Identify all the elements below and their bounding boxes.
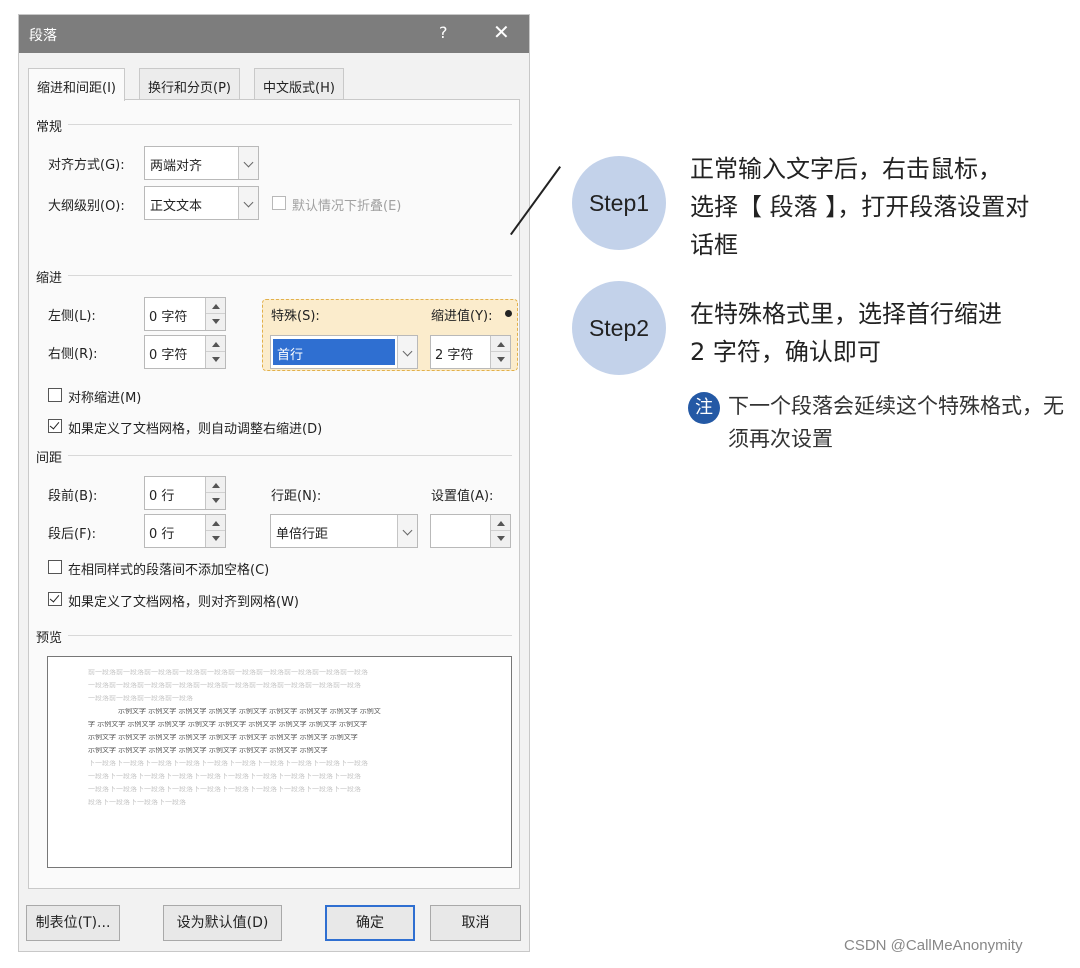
step2-badge: Step2 — [572, 281, 666, 375]
indent-by-value: 2 字符 — [435, 348, 474, 363]
spin-up-icon[interactable] — [206, 515, 225, 531]
preview-line: 一段落前一段落前一段落前一段落 — [88, 695, 193, 701]
cancel-button[interactable]: 取消 — [430, 905, 521, 941]
alignment-label: 对齐方式(G): — [48, 158, 125, 173]
step2-text-line: 在特殊格式里，选择首行缩进 — [690, 300, 1002, 328]
line-spacing-value: 单倍行距 — [276, 527, 329, 542]
step2-text-line: 2 字符，确认即可 — [690, 338, 881, 366]
preview-line: 段落下一段落下一段落下一段落 — [88, 799, 186, 805]
preview-line: 一段落前一段落前一段落前一段落前一段落前一段落前一段落前一段落前一段落前一段落 — [88, 682, 361, 688]
mirror-indent-checkbox[interactable] — [48, 388, 62, 402]
spacing-at-spinner[interactable] — [430, 514, 511, 548]
spin-up-icon[interactable] — [491, 515, 510, 531]
indent-by-spinner[interactable]: 2 字符 — [430, 335, 511, 369]
spin-down-icon[interactable] — [206, 493, 225, 509]
note-text: 下一个段落会延续这个特殊格式，无须再次设置 — [728, 394, 1064, 451]
section-preview-title: 预览 — [36, 627, 69, 646]
paragraph-preview: 前一段落前一段落前一段落前一段落前一段落前一段落前一段落前一段落前一段落前一段落… — [47, 656, 512, 868]
spin-down-icon[interactable] — [206, 531, 225, 547]
spin-down-icon[interactable] — [206, 352, 225, 368]
indent-right-value: 0 字符 — [149, 348, 188, 363]
spin-up-icon[interactable] — [206, 336, 225, 352]
ok-button[interactable]: 确定 — [325, 905, 415, 941]
collapse-label: 默认情况下折叠(E) — [292, 199, 402, 214]
outline-level-value: 正文文本 — [150, 199, 203, 214]
indent-left-spinner[interactable]: 0 字符 — [144, 297, 226, 331]
section-general-title: 常规 — [36, 116, 69, 135]
help-icon[interactable]: ? — [439, 23, 448, 42]
chevron-down-icon[interactable] — [397, 336, 417, 368]
watermark: CSDN @CallMeAnonymity — [844, 937, 1023, 954]
section-divider — [36, 124, 512, 125]
spin-up-icon[interactable] — [206, 477, 225, 493]
section-divider — [36, 275, 512, 276]
preview-line: 示例文字 示例文字 示例文字 示例文字 示例文字 示例文字 示例文字 示例文字 — [88, 747, 328, 753]
preview-line: 示例文字 示例文字 示例文字 示例文字 示例文字 示例文字 示例文字 示例文字 … — [88, 734, 358, 740]
indent-left-label: 左侧(L): — [48, 309, 96, 324]
preview-line: 一段落下一段落下一段落下一段落下一段落下一段落下一段落下一段落下一段落下一段落 — [88, 773, 361, 779]
indent-right-label: 右侧(R): — [48, 347, 98, 362]
preview-line: 字 示例文字 示例文字 示例文字 示例文字 示例文字 示例文字 示例文字 示例文… — [88, 721, 368, 727]
preview-line: 一段落下一段落下一段落下一段落下一段落下一段落下一段落下一段落下一段落下一段落 — [88, 786, 361, 792]
auto-adjust-indent-checkbox[interactable] — [48, 419, 62, 433]
special-indent-value: 首行 — [273, 339, 395, 365]
section-indent-title: 缩进 — [36, 267, 69, 286]
space-after-value: 0 行 — [149, 527, 175, 542]
outline-level-select[interactable]: 正文文本 — [144, 186, 259, 220]
step1-text: 正常输入文字后，右击鼠标， 选择【 段落 】，打开段落设置对 话框 — [690, 150, 1029, 264]
space-after-spinner[interactable]: 0 行 — [144, 514, 226, 548]
no-space-same-style-checkbox[interactable] — [48, 560, 62, 574]
chevron-down-icon[interactable] — [397, 515, 417, 547]
indent-left-value: 0 字符 — [149, 310, 188, 325]
mirror-indent-label: 对称缩进(M) — [68, 391, 142, 406]
outline-level-label: 大纲级别(O): — [48, 199, 125, 214]
step1-text-line: 选择【 段落 】，打开段落设置对 — [690, 193, 1030, 221]
tab-indent-spacing[interactable]: 缩进和间距(I) — [28, 68, 125, 101]
spin-down-icon[interactable] — [491, 531, 510, 547]
spin-down-icon[interactable] — [491, 352, 510, 368]
section-divider — [36, 635, 512, 636]
collapse-checkbox[interactable] — [272, 196, 286, 210]
line-spacing-select[interactable]: 单倍行距 — [270, 514, 418, 548]
step1-text-line: 正常输入文字后，右击鼠标， — [690, 155, 1002, 183]
snap-to-grid-checkbox[interactable] — [48, 592, 62, 606]
chevron-down-icon[interactable] — [238, 147, 258, 179]
space-before-spinner[interactable]: 0 行 — [144, 476, 226, 510]
close-icon[interactable]: ✕ — [493, 20, 510, 44]
indent-right-spinner[interactable]: 0 字符 — [144, 335, 226, 369]
special-indent-select[interactable]: 首行 — [270, 335, 418, 369]
preview-line: 示例文字 示例文字 示例文字 示例文字 示例文字 示例文字 示例文字 示例文字 … — [118, 708, 381, 714]
space-before-label: 段前(B): — [48, 489, 98, 504]
dialog-title: 段落 — [29, 28, 57, 44]
space-after-label: 段后(F): — [48, 527, 97, 542]
step1-text-line: 话框 — [690, 231, 738, 259]
chevron-down-icon[interactable] — [238, 187, 258, 219]
special-indent-label: 特殊(S): — [271, 309, 320, 324]
tab-line-page-breaks[interactable]: 换行和分页(P) — [139, 68, 240, 100]
no-space-same-style-label: 在相同样式的段落间不添加空格(C) — [68, 563, 270, 578]
spin-up-icon[interactable] — [491, 336, 510, 352]
alignment-value: 两端对齐 — [150, 159, 203, 174]
preview-line: 下一段落下一段落下一段落下一段落下一段落下一段落下一段落下一段落下一段落下一段落 — [88, 760, 368, 766]
indent-by-label: 缩进值(Y): — [431, 309, 493, 324]
snap-to-grid-label: 如果定义了文档网格，则对齐到网格(W) — [68, 595, 299, 610]
preview-line: 前一段落前一段落前一段落前一段落前一段落前一段落前一段落前一段落前一段落前一段落 — [88, 669, 368, 675]
space-before-value: 0 行 — [149, 489, 175, 504]
tab-asian-typography[interactable]: 中文版式(H) — [254, 68, 344, 100]
callout-dot — [505, 310, 512, 317]
auto-adjust-indent-label: 如果定义了文档网格，则自动调整右缩进(D) — [68, 422, 323, 437]
tabs-button[interactable]: 制表位(T)... — [26, 905, 120, 941]
set-default-button[interactable]: 设为默认值(D) — [163, 905, 282, 941]
note-icon: 注 — [688, 392, 720, 424]
dialog-titlebar: 段落 ? ✕ — [19, 15, 529, 53]
line-spacing-label: 行距(N): — [271, 489, 322, 504]
spacing-at-label: 设置值(A): — [431, 489, 494, 504]
section-spacing-title: 间距 — [36, 447, 69, 466]
spin-down-icon[interactable] — [206, 314, 225, 330]
step2-text: 在特殊格式里，选择首行缩进 2 字符，确认即可 — [690, 295, 1002, 371]
spin-up-icon[interactable] — [206, 298, 225, 314]
step1-badge: Step1 — [572, 156, 666, 250]
section-divider — [36, 455, 512, 456]
alignment-select[interactable]: 两端对齐 — [144, 146, 259, 180]
